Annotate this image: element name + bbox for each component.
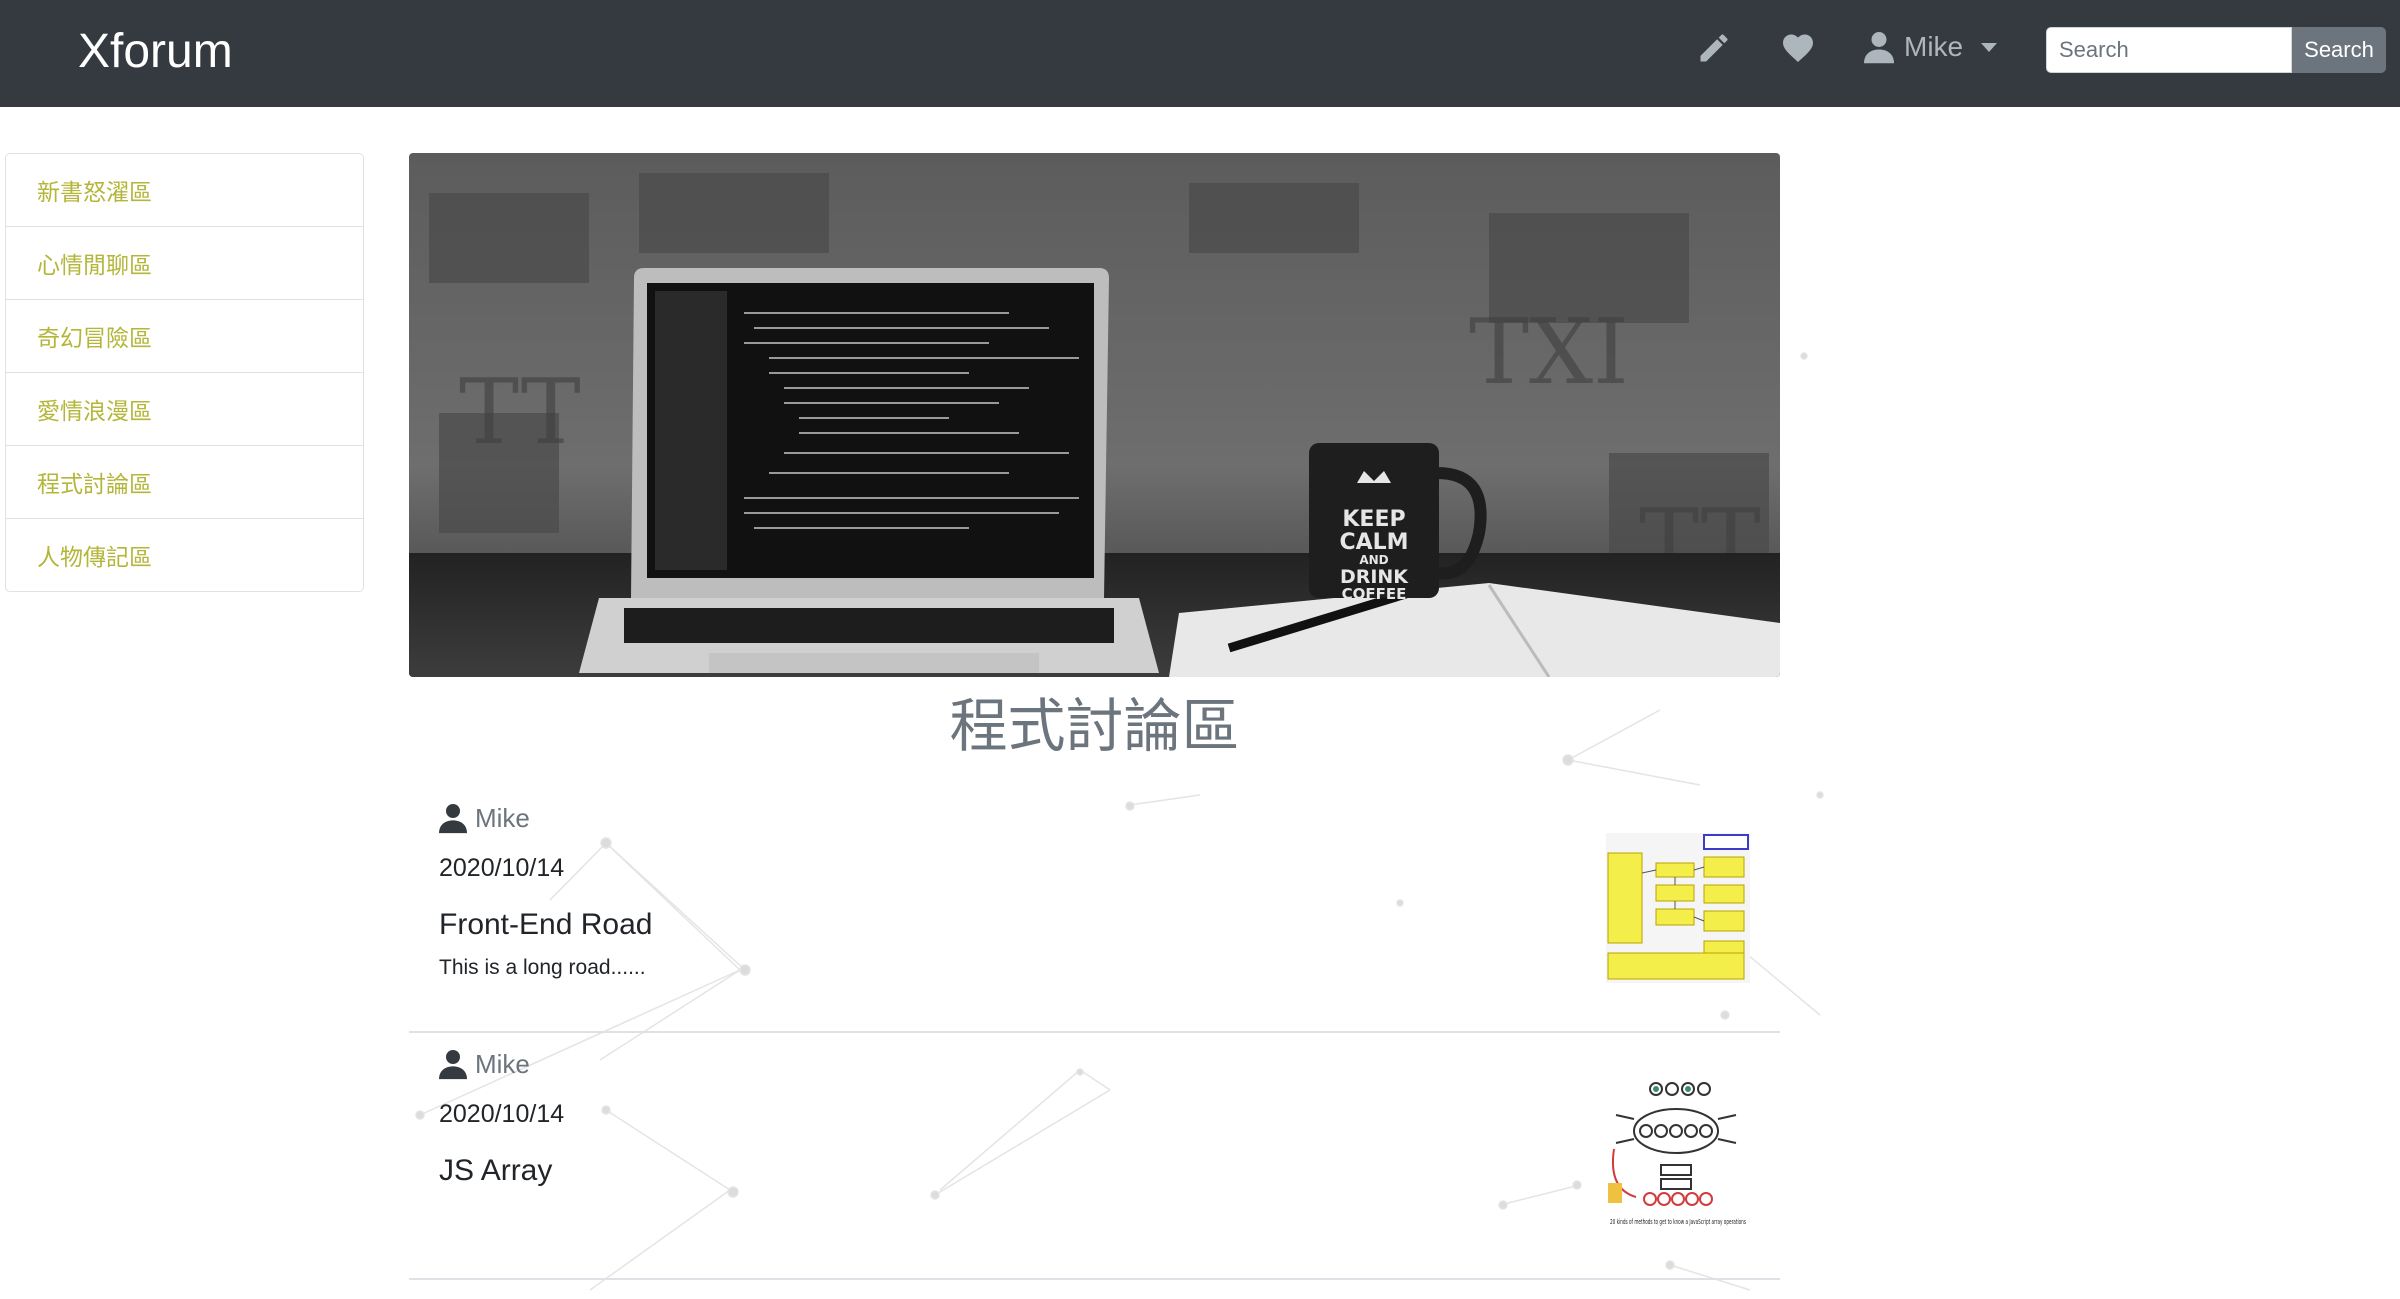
caret-down-icon <box>1981 42 1998 52</box>
hero-banner-image: TT TXI TT KEEP CALM AND DRINK COFFEE <box>409 153 1780 677</box>
sidebar-item-programming[interactable]: 程式討論區 <box>6 446 363 519</box>
post-author-name: Mike <box>475 802 530 833</box>
user-icon <box>439 802 475 834</box>
sidebar-item-chat[interactable]: 心情閒聊區 <box>6 227 363 300</box>
post-title[interactable]: JS Array <box>439 1154 552 1188</box>
mug-text-and: AND <box>1359 553 1388 567</box>
post-author[interactable]: Mike <box>439 802 530 834</box>
user-icon <box>439 1048 475 1080</box>
sidebar-item-new-books[interactable]: 新書怒濯區 <box>6 154 363 227</box>
sidebar-item-romance[interactable]: 愛情浪漫區 <box>6 373 363 446</box>
brand-logo[interactable]: Xforum <box>78 22 233 82</box>
post-thumbnail[interactable]: 20 kinds of methods to get to know a Jav… <box>1606 1079 1750 1229</box>
mug-text-calm: CALM <box>1339 530 1408 555</box>
pencil-icon[interactable] <box>1696 30 1732 66</box>
top-navbar: Xforum Mike Search <box>0 0 2400 107</box>
post-item[interactable]: Mike 2020/10/14 JS Array 20 kinds of met… <box>409 1046 1780 1280</box>
post-thumbnail[interactable] <box>1606 833 1750 983</box>
search-input[interactable] <box>2046 27 2292 73</box>
post-date: 2020/10/14 <box>439 1100 565 1128</box>
sidebar-item-fantasy[interactable]: 奇幻冒險區 <box>6 300 363 373</box>
post-title[interactable]: Front-End Road <box>439 908 652 942</box>
user-dropdown[interactable]: Mike <box>1864 26 1998 68</box>
user-name: Mike <box>1904 31 1964 62</box>
svg-text:TXI: TXI <box>1469 300 1629 405</box>
svg-text:TT: TT <box>459 360 581 465</box>
post-item[interactable]: Mike 2020/10/14 Front-End Road This is a… <box>409 800 1780 1033</box>
user-icon <box>1864 30 1894 64</box>
post-author-name: Mike <box>475 1048 530 1079</box>
board-title: 程式討論區 <box>949 692 1240 760</box>
heart-icon[interactable] <box>1780 30 1816 66</box>
board-sidebar: 新書怒濯區 心情閒聊區 奇幻冒險區 愛情浪漫區 程式討論區 人物傳記區 <box>5 153 364 592</box>
post-author[interactable]: Mike <box>439 1048 530 1080</box>
post-date: 2020/10/14 <box>439 854 565 882</box>
post-excerpt: This is a long road...... <box>439 956 646 979</box>
mug-text-keep: KEEP <box>1342 507 1405 532</box>
search-button[interactable]: Search <box>2292 27 2386 73</box>
thumbnail-caption: 20 kinds of methods to get to know a Jav… <box>1610 1218 1746 1226</box>
sidebar-item-biography[interactable]: 人物傳記區 <box>6 519 363 591</box>
mug-text-coffee: COFFEE <box>1342 585 1407 603</box>
